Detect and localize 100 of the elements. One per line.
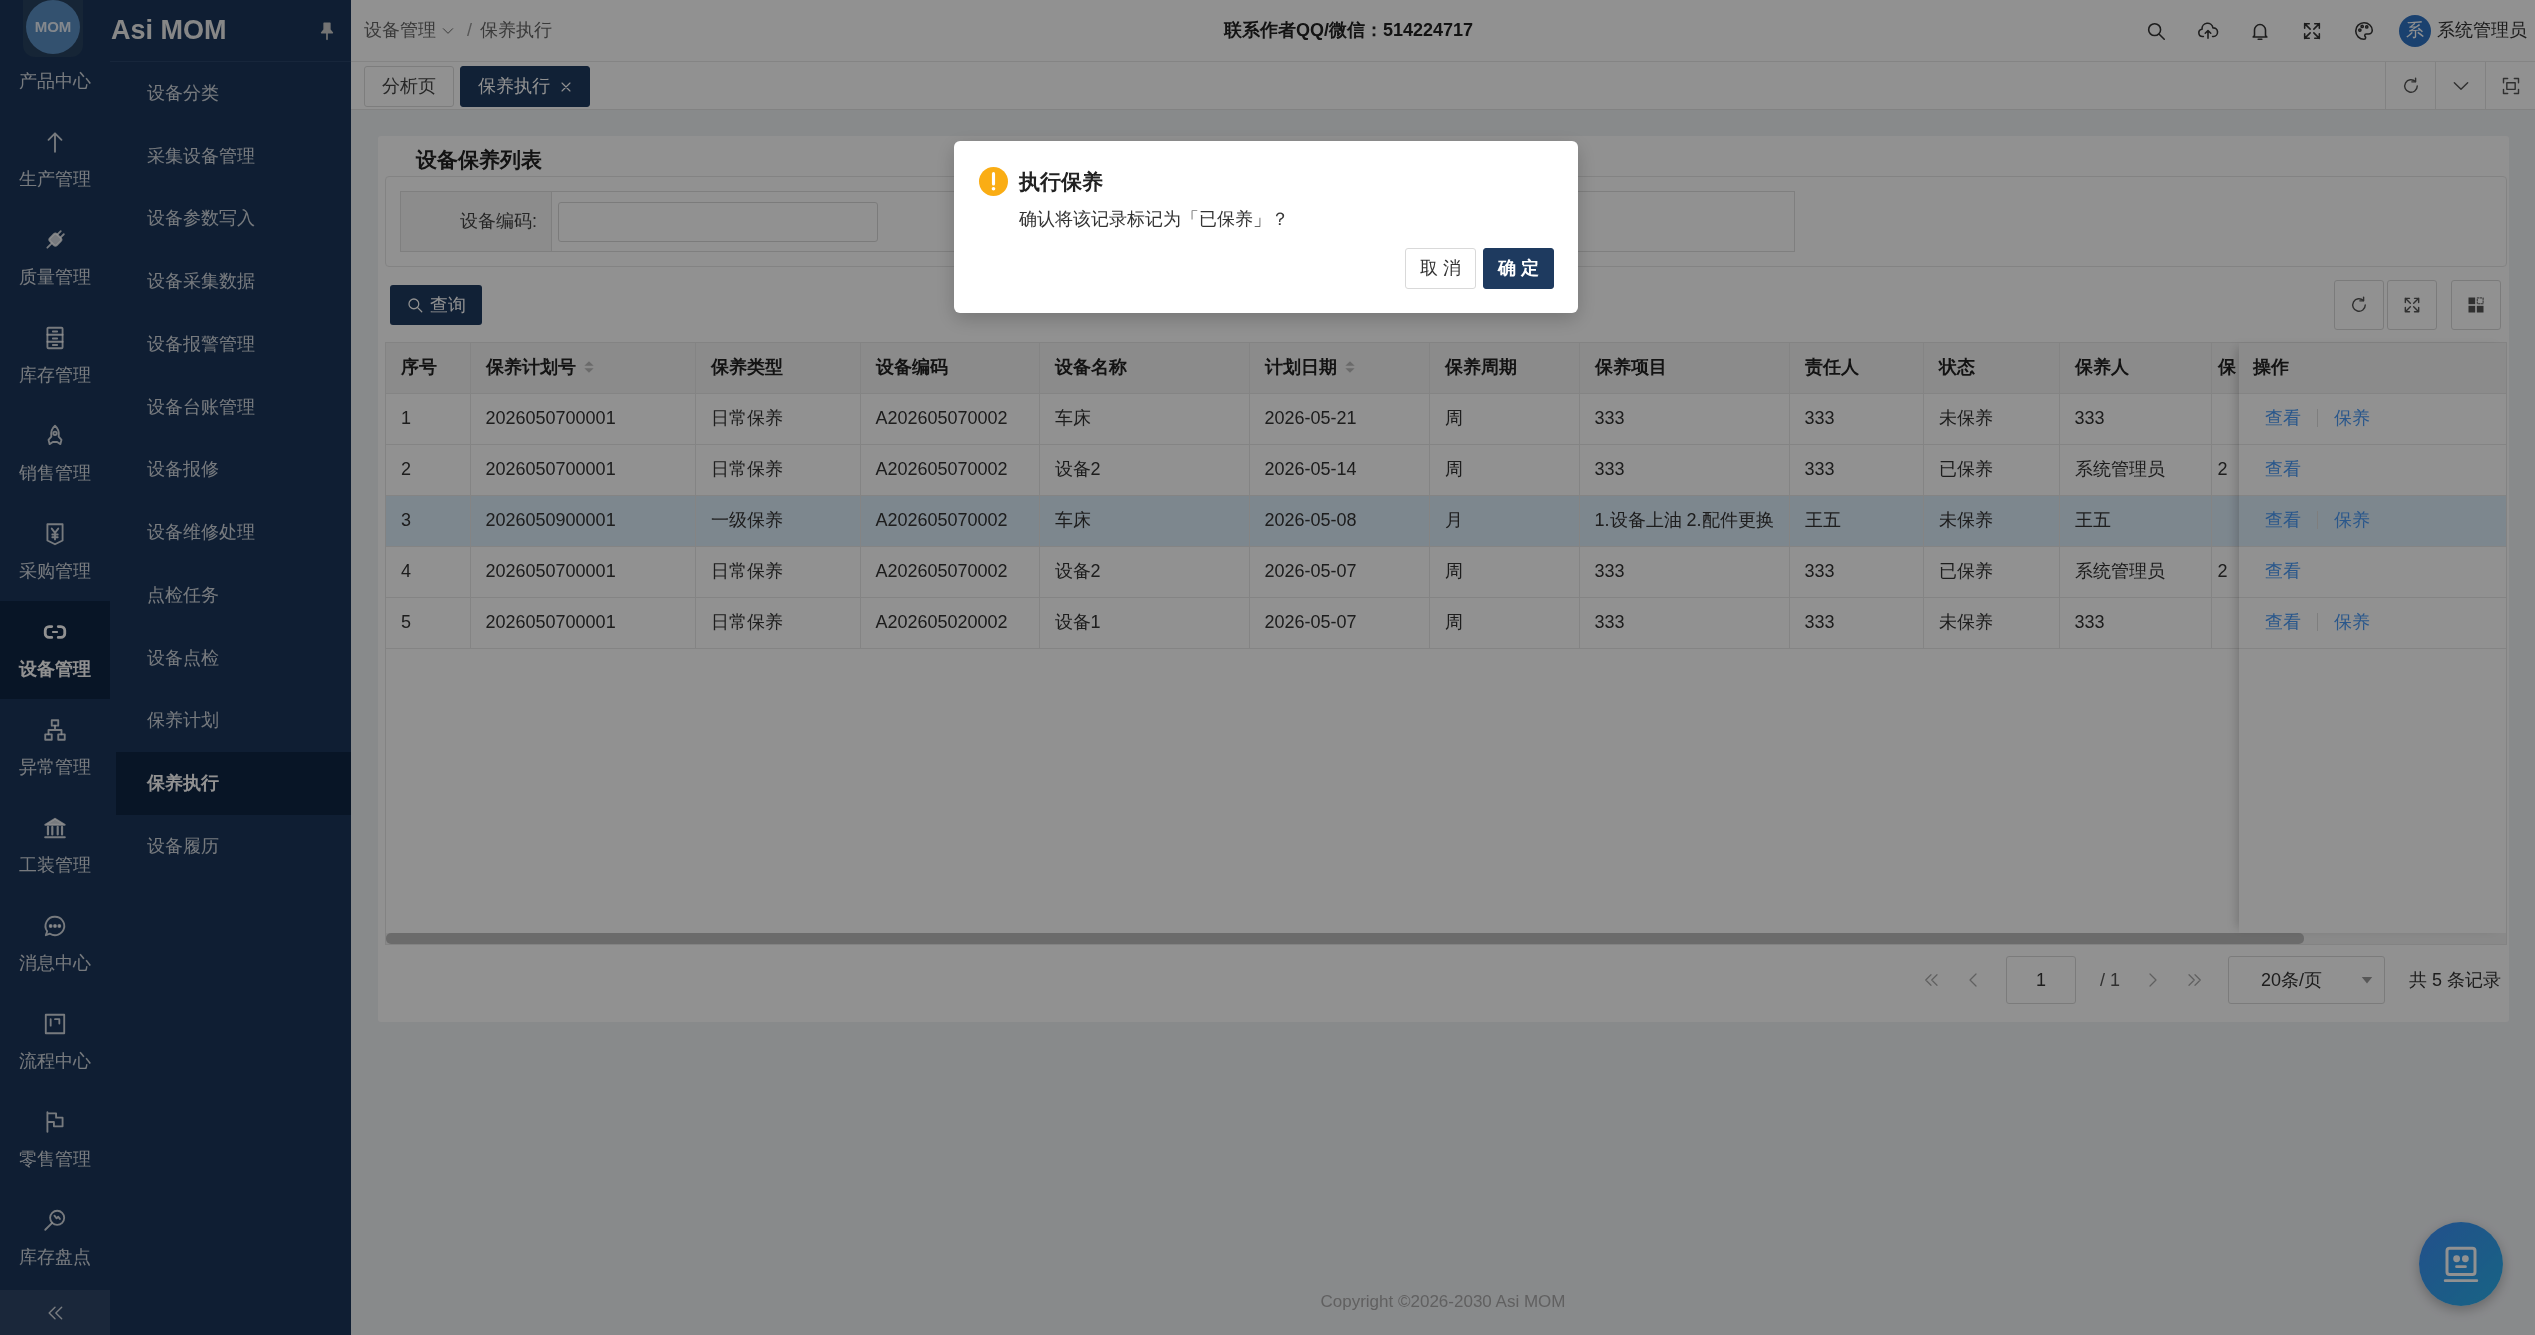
table-cell: 333 bbox=[1789, 444, 1923, 495]
rail-item[interactable]: 库存盘点 bbox=[0, 1189, 110, 1287]
menu-item[interactable]: 设备分类 bbox=[116, 62, 351, 125]
action-link[interactable]: 查看 bbox=[2265, 612, 2301, 632]
column-header: 设备名称 bbox=[1039, 343, 1249, 393]
rail-item[interactable]: 销售管理 bbox=[0, 405, 110, 503]
page-input[interactable]: 1 bbox=[2005, 956, 2076, 1004]
menu-item[interactable]: 设备点检 bbox=[116, 626, 351, 690]
action-link[interactable]: 保养 bbox=[2334, 510, 2370, 530]
action-link[interactable]: 查看 bbox=[2265, 561, 2301, 581]
menu-item[interactable]: 设备参数写入 bbox=[116, 187, 351, 251]
column-header: 责任人 bbox=[1789, 343, 1923, 393]
action-link[interactable]: 保养 bbox=[2334, 408, 2370, 428]
page-size-select[interactable]: 20条/页 bbox=[2228, 956, 2385, 1004]
table-cell: 已保养 bbox=[1923, 546, 2059, 597]
rail-item[interactable]: 库存管理 bbox=[0, 307, 110, 405]
breadcrumb-link[interactable]: 设备管理 bbox=[364, 17, 455, 44]
table-row[interactable]: 3 2026050900001 一级保养 A202605070002 车床 2026-05-08 月 1.设备上油 2.配件更换 王五 未保养 王五 bbox=[386, 495, 2239, 546]
menu-item[interactable]: 设备采集数据 bbox=[116, 250, 351, 313]
menu-item[interactable]: 设备维修处理 bbox=[116, 501, 351, 564]
rail-item[interactable]: 工装管理 bbox=[0, 797, 110, 895]
column-header: 保养类型 bbox=[695, 343, 860, 393]
table-cell: 1.设备上油 2.配件更换 bbox=[1579, 495, 1789, 546]
user-name[interactable]: 系统管理员 bbox=[2437, 17, 2527, 44]
menu-item[interactable]: 设备履历 bbox=[116, 815, 351, 878]
table-cell: A202605070002 bbox=[860, 546, 1039, 597]
dialog-message: 确认将该记录标记为「已保养」？ bbox=[1019, 208, 1290, 231]
action-link[interactable]: 查看 bbox=[2265, 459, 2301, 479]
confirm-button[interactable]: 确 定 bbox=[1483, 248, 1554, 289]
table-cell: 2026-05-21 bbox=[1249, 393, 1429, 444]
table-cell: 周 bbox=[1429, 444, 1579, 495]
rail-item[interactable]: 消息中心 bbox=[0, 895, 110, 993]
horizontal-scrollbar[interactable] bbox=[386, 933, 2506, 944]
menu-item[interactable]: 设备报修 bbox=[116, 438, 351, 502]
menu-item[interactable]: 采集设备管理 bbox=[116, 124, 351, 188]
field-label: 设备编码: bbox=[401, 192, 552, 251]
table-cell: 月 bbox=[1429, 495, 1579, 546]
columns-button[interactable] bbox=[2451, 280, 2501, 330]
table-cell: 2026050700001 bbox=[470, 597, 695, 648]
table-cell: 2026050700001 bbox=[470, 393, 695, 444]
breadcrumb-separator: / bbox=[467, 19, 472, 42]
table-cell: 333 bbox=[1789, 546, 1923, 597]
total-count: 共 5 条记录 bbox=[2409, 968, 2501, 992]
action-link[interactable]: 保养 bbox=[2334, 612, 2370, 632]
fullscreen-button[interactable] bbox=[2387, 280, 2437, 330]
rail-item[interactable]: 采购管理 bbox=[0, 503, 110, 601]
rail-item[interactable]: 产品中心 bbox=[0, 57, 110, 111]
table-cell: 333 bbox=[2059, 597, 2211, 648]
action-link[interactable]: 查看 bbox=[2265, 510, 2301, 530]
refresh-button[interactable] bbox=[2334, 280, 2384, 330]
table-cell: 4 bbox=[386, 546, 470, 597]
menu-item[interactable]: 设备报警管理 bbox=[116, 313, 351, 376]
table-cell: 设备1 bbox=[1039, 597, 1249, 648]
magnifier-icon bbox=[42, 1207, 68, 1233]
column-header: 保养人 bbox=[2059, 343, 2211, 393]
tab[interactable]: 分析页 bbox=[364, 66, 454, 107]
table-cell: 车床 bbox=[1039, 393, 1249, 444]
rail-item[interactable]: 质量管理 bbox=[0, 209, 110, 307]
column-header: 保 bbox=[2211, 343, 2239, 393]
rail-item[interactable]: 生产管理 bbox=[0, 111, 110, 209]
table-cell: 3 bbox=[386, 495, 470, 546]
grid-icon bbox=[2466, 295, 2486, 315]
table-cell: 设备2 bbox=[1039, 546, 1249, 597]
table-row[interactable]: 1 2026050700001 日常保养 A202605070002 车床 2026-05-21 周 333 333 未保养 333 bbox=[386, 393, 2239, 444]
search-button[interactable]: 查询 bbox=[390, 285, 482, 325]
close-icon[interactable] bbox=[560, 80, 572, 93]
table-cell: 未保养 bbox=[1923, 495, 2059, 546]
table-row[interactable]: 2 2026050700001 日常保养 A202605070002 设备2 2026-05-14 周 333 333 已保养 系统管理员 2 bbox=[386, 444, 2239, 495]
table-row[interactable]: 5 2026050700001 日常保养 A202605020002 设备1 2026-05-07 周 333 333 未保养 333 bbox=[386, 597, 2239, 648]
rail-item[interactable]: 零售管理 bbox=[0, 1091, 110, 1189]
rail-item[interactable]: 流程中心 bbox=[0, 993, 110, 1091]
table-cell: 周 bbox=[1429, 393, 1579, 444]
contact-notice: 联系作者QQ/微信：514224717 bbox=[1223, 19, 1474, 42]
assistant-button[interactable] bbox=[2419, 1222, 2503, 1306]
table-cell: 未保养 bbox=[1923, 597, 2059, 648]
table-cell: A202605070002 bbox=[860, 444, 1039, 495]
column-header[interactable]: 计划日期 bbox=[1249, 343, 1429, 393]
panel-title: 设备保养列表 bbox=[414, 147, 543, 173]
column-header[interactable]: 保养计划号 bbox=[470, 343, 695, 393]
rail-item[interactable]: 设备管理 bbox=[0, 601, 110, 699]
user-avatar[interactable]: 系 bbox=[2399, 14, 2431, 47]
menu-item[interactable]: 设备台账管理 bbox=[116, 375, 351, 439]
menu-item[interactable]: 保养执行 bbox=[116, 752, 351, 815]
tab[interactable]: 保养执行 bbox=[460, 66, 590, 107]
action-link[interactable]: 查看 bbox=[2265, 408, 2301, 428]
cancel-button[interactable]: 取 消 bbox=[1404, 248, 1476, 289]
double-chevron-right-icon[interactable] bbox=[2186, 971, 2204, 989]
palette-icon[interactable] bbox=[2353, 19, 2375, 42]
table-cell: 王五 bbox=[2059, 495, 2211, 546]
table-cell: 2026050900001 bbox=[470, 495, 695, 546]
column-header: 设备编码 bbox=[860, 343, 1039, 393]
menu-item[interactable]: 保养计划 bbox=[116, 689, 351, 753]
rail-item[interactable]: 异常管理 bbox=[0, 699, 110, 797]
table-cell: 2026-05-14 bbox=[1249, 444, 1429, 495]
table-cell: 2026-05-08 bbox=[1249, 495, 1429, 546]
page-count: / 1 bbox=[2099, 968, 2120, 992]
menu-item[interactable]: 点检任务 bbox=[116, 564, 351, 627]
table-cell: 333 bbox=[2059, 393, 2211, 444]
table-row[interactable]: 4 2026050700001 日常保养 A202605070002 设备2 2026-05-07 周 333 333 已保养 系统管理员 2 bbox=[386, 546, 2239, 597]
sitemap-icon bbox=[42, 717, 68, 743]
